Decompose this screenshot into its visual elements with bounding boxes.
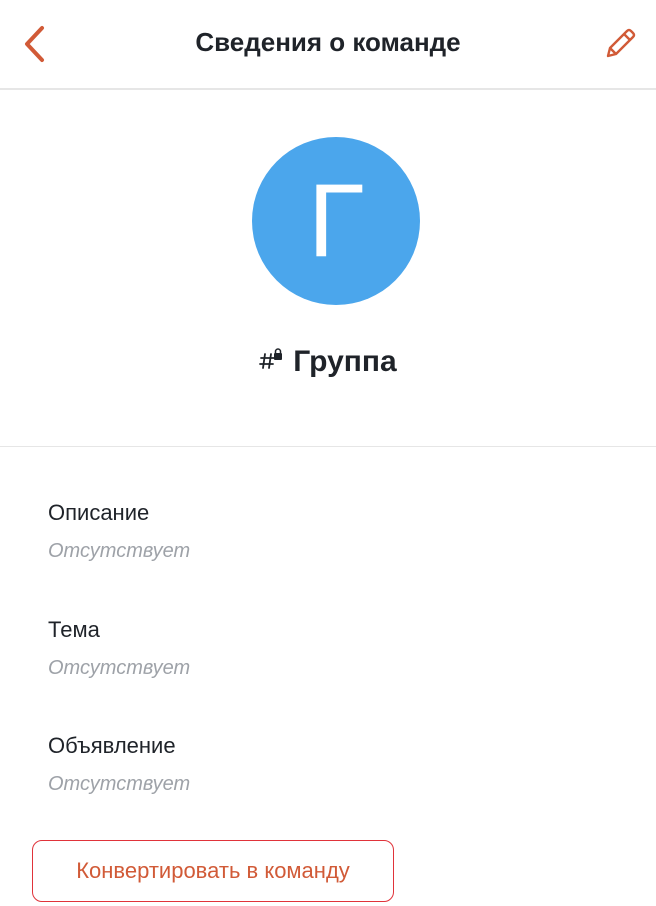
- edit-button[interactable]: [600, 26, 640, 66]
- avatar-letter: Г: [307, 163, 365, 279]
- navigation-bar: Сведения о команде: [0, 0, 656, 90]
- field-label: Описание: [48, 500, 150, 525]
- field-label: Тема: [48, 617, 100, 642]
- topic-field: Тема Отсутствует: [48, 617, 190, 680]
- field-label: Объявление: [48, 733, 176, 758]
- room-header: Г Группа: [0, 90, 656, 447]
- field-value: Отсутствует: [48, 540, 191, 562]
- page-title: Сведения о команде: [195, 27, 461, 57]
- room-name: Группа: [293, 345, 397, 378]
- avatar: Г: [252, 137, 420, 305]
- room-info-screen: Сведения о команде Г Группа Описание Отс…: [0, 0, 656, 906]
- convert-to-team-button[interactable]: Конвертировать в команду: [32, 840, 394, 902]
- room-name-row: Группа: [0, 345, 656, 379]
- field-value: Отсутствует: [48, 657, 191, 679]
- description-field: Описание Отсутствует: [48, 500, 190, 563]
- private-channel-icon: [259, 347, 285, 377]
- announcement-field: Объявление Отсутствует: [48, 733, 190, 796]
- pencil-icon: [603, 27, 637, 66]
- field-value: Отсутствует: [48, 773, 191, 795]
